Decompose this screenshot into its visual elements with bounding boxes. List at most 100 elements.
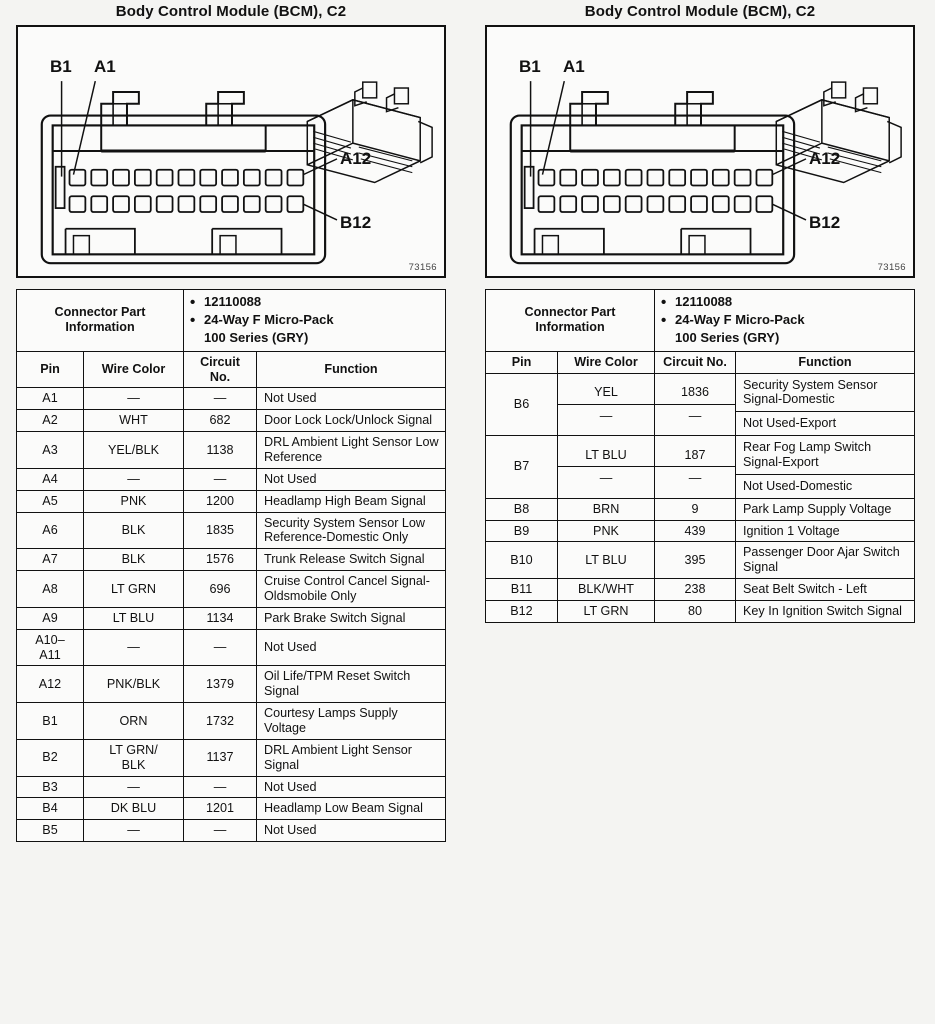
cell-circuit-no: 1379	[183, 665, 258, 704]
table-row: B7 LT BLU — 187 — Rear Fog Lamp Switch Signal…	[485, 435, 915, 499]
table-header-row: Pin Wire Color Circuit No. Function	[16, 350, 446, 389]
wiring-diagram-page: Body Control Module (BCM), C2 B1 A1 A12 …	[0, 0, 935, 1024]
column-header-function: Function	[735, 350, 915, 374]
callout-b12-right: B12	[809, 213, 841, 232]
pinout-rows-right: B6 YEL — 1836 — Security System Sensor Signal…	[485, 372, 915, 623]
cell-function: Ignition 1 Voltage	[735, 519, 915, 543]
cell-pin: B7	[485, 435, 558, 499]
cell-circuit-no: 439	[654, 519, 737, 543]
cell-circuit-no: —	[183, 819, 258, 843]
column-header-wire-color: Wire Color	[556, 350, 656, 374]
pinout-table-right: Connector Part Information 12110088 24-W…	[484, 289, 915, 623]
table-row: B4 DK BLU 1201 Headlamp Low Beam Signal	[16, 797, 446, 821]
cell-wire-color: —	[599, 408, 613, 423]
table-subrow: 1836	[655, 380, 736, 405]
table-subrow: —	[655, 467, 735, 490]
cell-function: Not Used	[256, 467, 446, 491]
cell-wire-color: LT GRN/BLK	[82, 738, 185, 777]
table-row: B2 LT GRN/BLK 1137 DRL Ambient Light Sensor…	[16, 738, 446, 777]
cell-wire-color-group: YEL —	[556, 372, 656, 437]
cell-wire-color-group: LT BLU —	[556, 435, 656, 499]
cell-wire-color: DK BLU	[82, 797, 185, 821]
cell-function: DRL Ambient Light Sensor Low Reference	[256, 431, 446, 469]
cell-function: Rear Fog Lamp Switch Signal-Export	[736, 436, 914, 475]
table-row: A6 BLK 1835 Security System Sensor Low Refe…	[16, 511, 446, 550]
cell-circuit-no: —	[183, 467, 258, 491]
cell-circuit-no-group: 187 —	[654, 435, 737, 499]
cell-circuit-no: 187	[655, 443, 736, 468]
cell-pin: A8	[16, 570, 84, 608]
cell-function: Seat Belt Switch - Left	[735, 578, 915, 601]
cell-wire-color: BLK	[82, 548, 185, 572]
callout-a12-left: A12	[340, 149, 372, 168]
table-row: B10 LT BLU 395 Passenger Door Ajar Switch S…	[485, 541, 915, 580]
cell-function: Headlamp High Beam Signal	[256, 489, 446, 513]
cell-circuit-no: —	[183, 775, 258, 799]
table-row: B3— — Not Used	[16, 775, 446, 799]
cell-circuit-no-group: 1836 —	[654, 372, 737, 437]
cpi-label: Connector Part Information	[484, 289, 656, 352]
table-row: A12 PNK/BLK 1379 Oil Life/TPM Reset Switch …	[16, 665, 446, 704]
cpi-label: Connector Part Information	[15, 289, 185, 352]
cell-circuit-no: 9	[654, 497, 737, 521]
page-title-left: Body Control Module (BCM), C2	[115, 3, 347, 20]
cpi-bullet-series: 100 Series (GRY)	[204, 329, 309, 345]
column-header-function: Function	[256, 350, 446, 389]
cell-function: Not Used-Domestic	[743, 478, 853, 493]
table-row: A3 YEL/BLK 1138 DRL Ambient Light Sensor Lo…	[16, 431, 446, 469]
cell-circuit-no: 1835	[183, 511, 258, 550]
column-header-pin: Pin	[485, 350, 558, 374]
cell-function: Door Lock Lock/Unlock Signal	[256, 409, 446, 433]
table-header-row: Pin Wire Color Circuit No. Function	[485, 350, 915, 374]
cell-wire-color: LT BLU	[556, 541, 656, 580]
cell-function: Security System Sensor Signal-Domestic	[736, 373, 914, 413]
cell-pin: A1	[16, 387, 84, 411]
cpi-bullet-type: 24-Way F Micro-Pack	[660, 311, 909, 330]
cell-circuit-no: —	[183, 387, 258, 411]
cell-pin: B8	[485, 497, 558, 521]
cell-pin: B11	[485, 578, 558, 601]
cell-circuit-no: —	[688, 471, 702, 486]
cell-pin: B1	[16, 702, 84, 740]
cell-function: Cruise Control Cancel Signal-Oldsmobile …	[256, 570, 446, 608]
cell-pin: A7	[16, 548, 84, 572]
cell-function: Not Used	[256, 775, 446, 799]
cell-pin: B9	[485, 519, 558, 543]
cell-circuit-no: 1201	[183, 797, 258, 821]
table-row: A10– A11— — Not Used	[16, 628, 446, 667]
table-subrow: YEL	[558, 380, 655, 405]
cell-pin: A3	[16, 431, 84, 469]
cell-function: Not Used	[256, 387, 446, 411]
table-subrow: —	[558, 404, 654, 427]
cell-wire-color: LT BLU	[82, 606, 185, 630]
cell-circuit-no: 1576	[183, 548, 258, 572]
callout-a1-right: A1	[563, 57, 585, 76]
cell-function: Oil Life/TPM Reset Switch Signal	[256, 665, 446, 704]
column-header-pin: Pin	[16, 350, 84, 389]
table-subrow: Not Used-Domestic	[736, 474, 914, 497]
panel-bcm-c2-right: Body Control Module (BCM), C2 B1 A1 A12 …	[484, 0, 915, 623]
table-row: A8 LT GRN 696 Cruise Control Cancel Signal-…	[16, 570, 446, 608]
cell-pin: A12	[16, 665, 84, 704]
cell-circuit-no: 395	[654, 541, 737, 580]
column-header-circuit-no: Circuit No.	[183, 350, 258, 389]
callout-b12-left: B12	[340, 213, 372, 232]
cell-pin: B6	[485, 372, 558, 437]
table-subrow: LT BLU	[558, 443, 655, 468]
cell-circuit-no: —	[183, 628, 258, 667]
table-row: A7 BLK 1576 Trunk Release Switch Signal	[16, 548, 446, 572]
connector-part-information-row: Connector Part Information 12110088 24-W…	[484, 289, 915, 352]
table-row: B8 BRN 9 Park Lamp Supply Voltage	[485, 497, 915, 521]
table-row: A2 WHT 682 Door Lock Lock/Unlock Signal	[16, 409, 446, 433]
column-header-wire-color: Wire Color	[82, 350, 185, 389]
figure-id-left: 73156	[408, 262, 437, 273]
pinout-rows-left: A1— — Not Used A2 WHT 682 Door Lock Lock/Unloc…	[16, 387, 446, 843]
cpi-bullet-series: 100 Series (GRY)	[675, 329, 780, 345]
figure-id-right: 73156	[877, 262, 906, 273]
cell-pin: A5	[16, 489, 84, 513]
panel-bcm-c2-left: Body Control Module (BCM), C2 B1 A1 A12 …	[15, 0, 446, 843]
page-title-right: Body Control Module (BCM), C2	[584, 3, 816, 20]
cell-circuit-no: 238	[654, 578, 737, 601]
cell-circuit-no: 1138	[183, 431, 258, 469]
cell-pin: B10	[485, 541, 558, 580]
